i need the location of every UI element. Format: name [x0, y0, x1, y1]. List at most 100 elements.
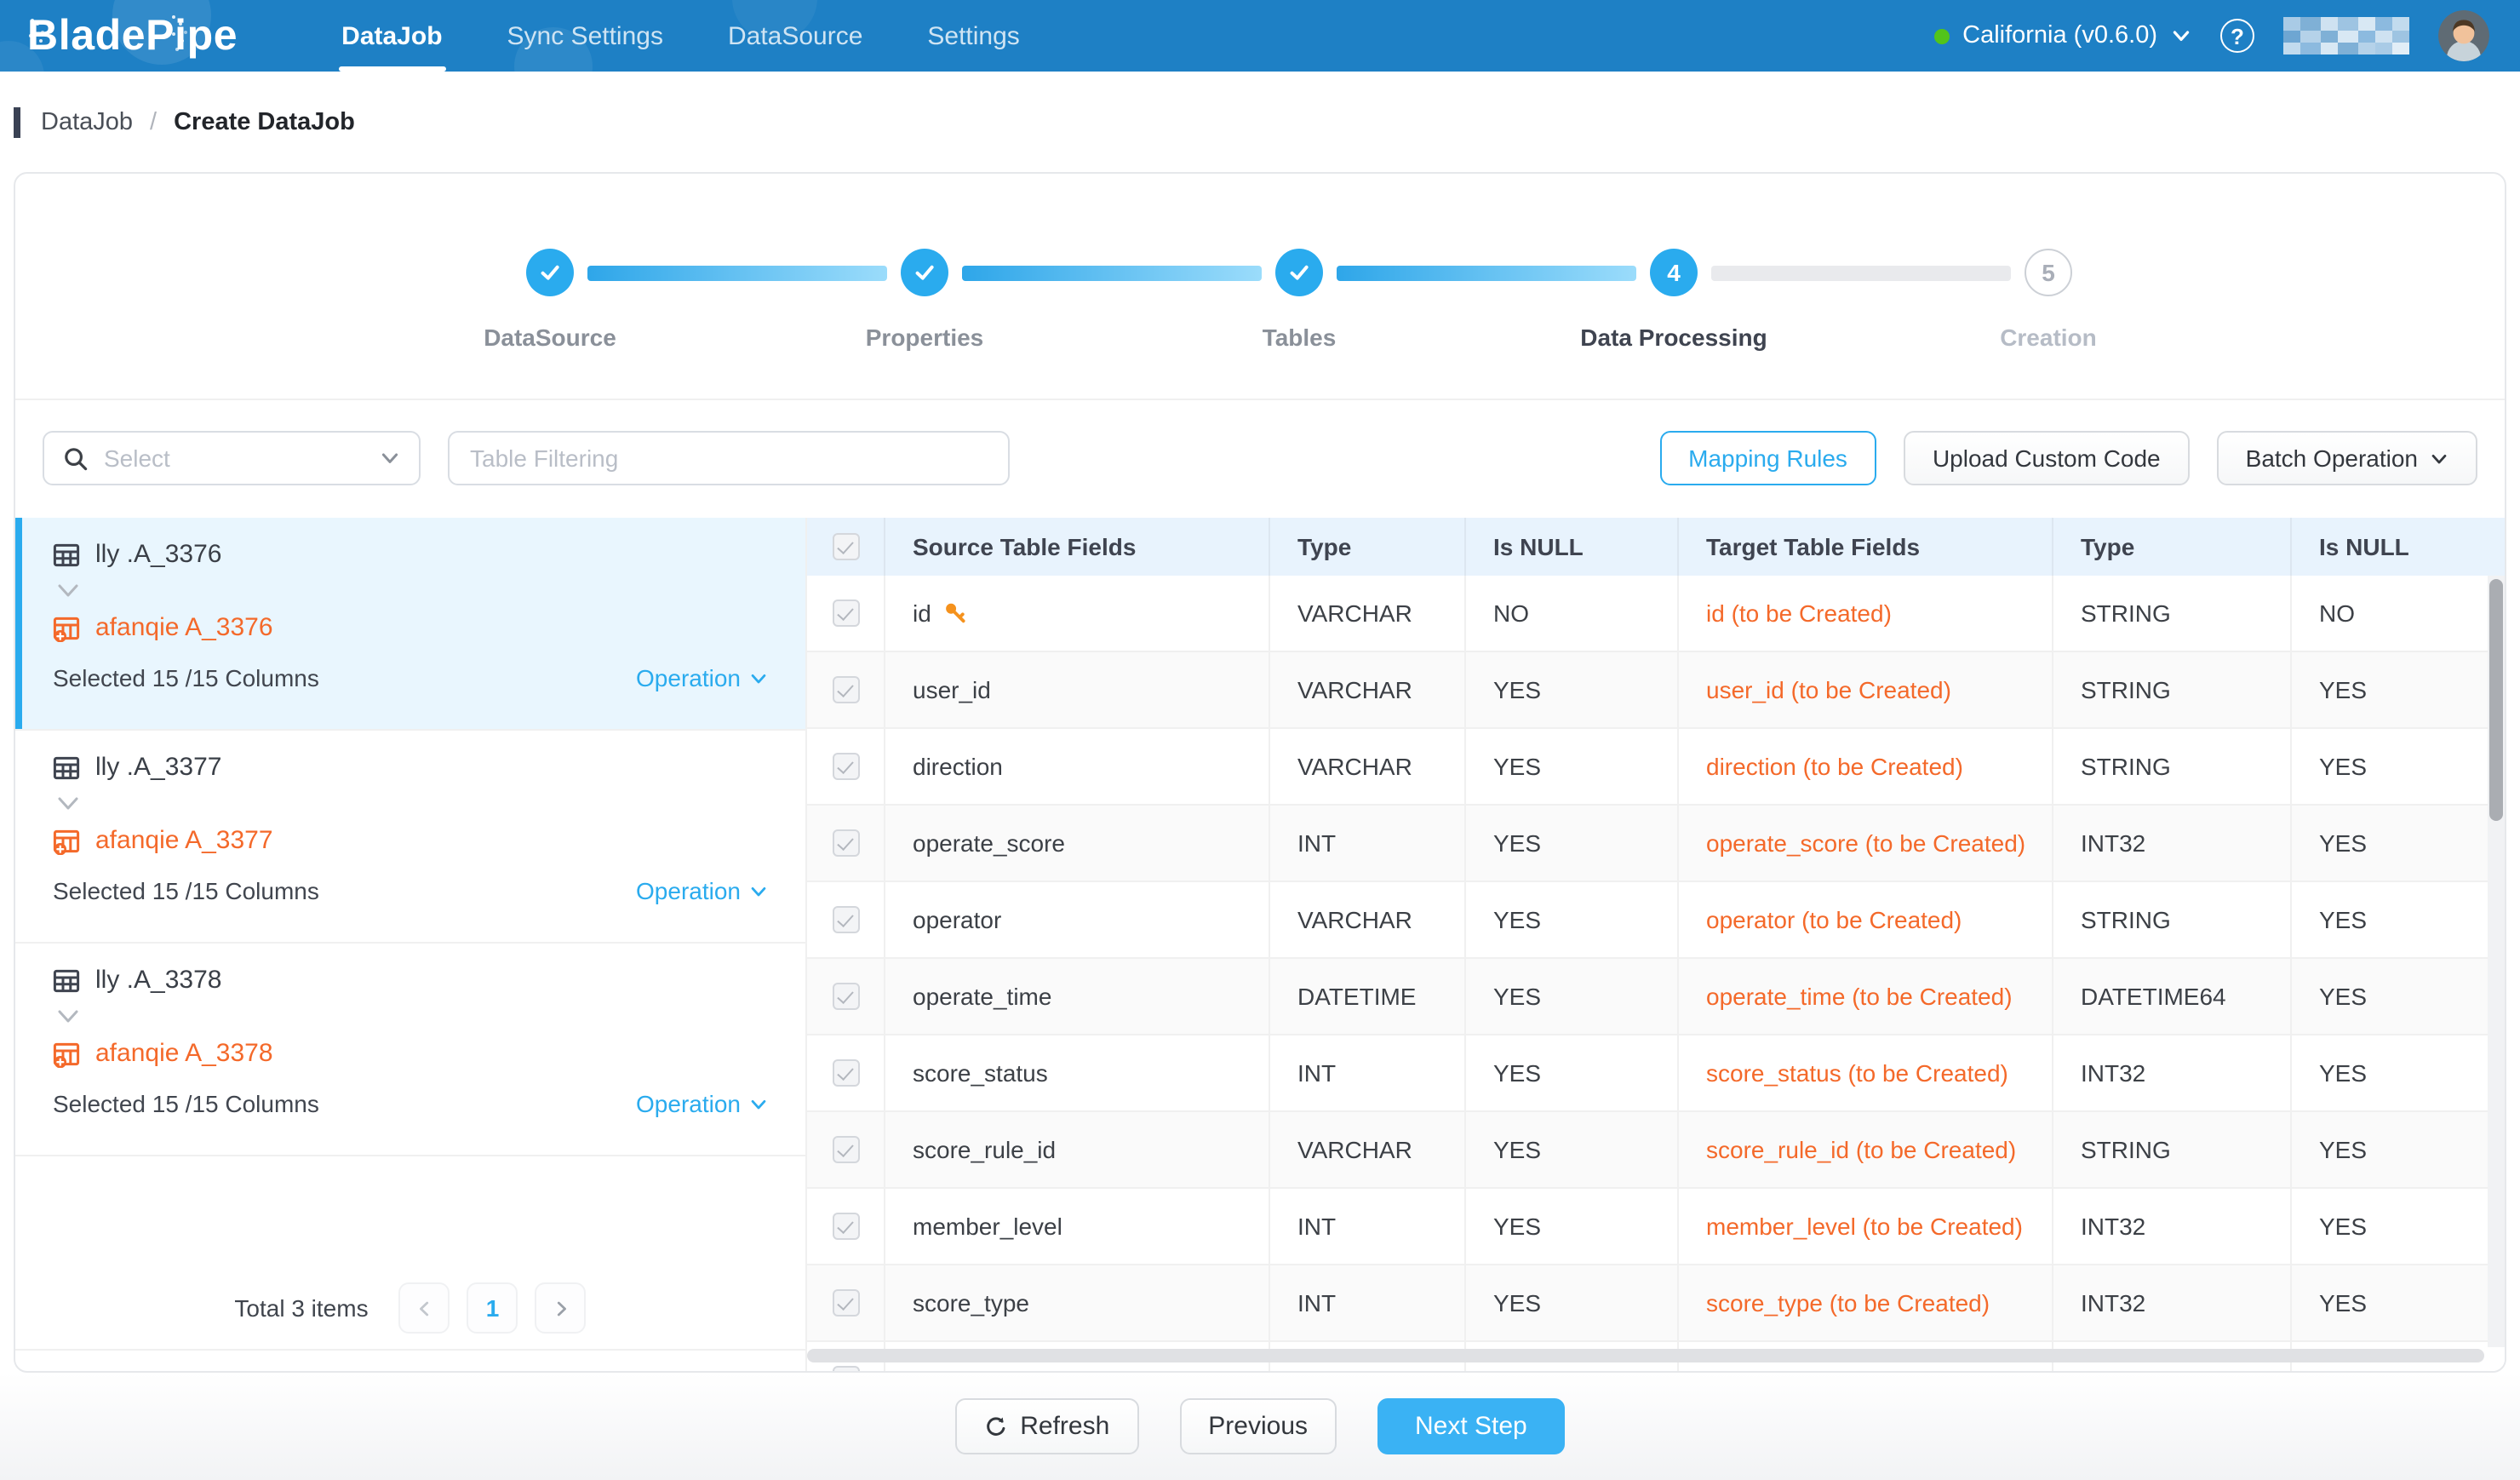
target-table-name: afanqie A_3376	[95, 613, 273, 642]
step-creation[interactable]: 5 Creation	[1861, 249, 2236, 351]
chevron-down-icon	[56, 795, 80, 812]
operation-dropdown[interactable]: Operation	[636, 664, 768, 691]
table-list-item[interactable]: lly .A_3378 afanqie A_3378 Selected 15 /…	[15, 944, 805, 1156]
operation-label: Operation	[636, 664, 741, 691]
select-all-checkbox[interactable]	[832, 533, 859, 560]
previous-button[interactable]: Previous	[1179, 1398, 1337, 1454]
row-checkbox[interactable]	[832, 829, 859, 857]
pagination-prev-button[interactable]	[399, 1282, 450, 1334]
row-checkbox[interactable]	[832, 1136, 859, 1163]
source-field-cell: user_id	[885, 652, 1270, 727]
target-type-cell: INT32	[2053, 1035, 2292, 1110]
refresh-icon	[984, 1414, 1008, 1438]
source-isnull-cell: YES	[1466, 652, 1679, 727]
pagination: Total 3 items 1	[15, 1267, 805, 1351]
pagination-next-button[interactable]	[536, 1282, 587, 1334]
row-checkbox[interactable]	[832, 1289, 859, 1317]
logo-particles	[172, 14, 175, 18]
row-checkbox-cell	[807, 1035, 885, 1110]
operation-dropdown[interactable]: Operation	[636, 877, 768, 904]
table-row: direction VARCHAR YES direction (to be C…	[807, 729, 2505, 806]
source-table-name: lly .A_3377	[95, 753, 221, 782]
row-checkbox[interactable]	[832, 599, 859, 627]
row-checkbox[interactable]	[832, 676, 859, 703]
column-header: Type	[1270, 518, 1466, 576]
key-icon	[943, 601, 967, 625]
operation-label: Operation	[636, 877, 741, 904]
source-isnull-cell: YES	[1466, 959, 1679, 1034]
selected-columns-text: Selected 15 /15 Columns	[53, 1090, 319, 1117]
step-circle	[901, 249, 948, 296]
toolbar-buttons: Mapping Rules Upload Custom Code Batch O…	[1659, 431, 2477, 485]
target-field-cell: operate_time (to be Created)	[1679, 959, 2053, 1034]
chevron-down-icon	[380, 448, 400, 468]
nav-item-sync-settings[interactable]: Sync Settings	[475, 0, 696, 72]
source-field-cell: operate_score	[885, 806, 1270, 881]
wizard-stepper-section: DataSource Properties Tables 4 Data Proc…	[15, 174, 2505, 400]
footer-actions: Refresh Previous Next Step	[0, 1373, 2520, 1480]
table-list-item[interactable]: lly .A_3377 afanqie A_3377 Selected 15 /…	[15, 731, 805, 944]
mapping-expander[interactable]	[56, 1008, 768, 1025]
check-icon	[913, 261, 936, 284]
nav-item-label: Sync Settings	[507, 21, 663, 50]
select-dropdown[interactable]: Select	[43, 431, 421, 485]
table-filtering-input[interactable]	[448, 431, 1010, 485]
check-icon	[1287, 261, 1311, 284]
row-checkbox[interactable]	[832, 753, 859, 780]
table-grid-icon	[53, 541, 80, 568]
sidebar-spacer	[15, 1156, 805, 1267]
batch-operation-button[interactable]: Batch Operation	[2217, 431, 2477, 485]
nav-item-settings[interactable]: Settings	[895, 0, 1051, 72]
mapping-rules-button[interactable]: Mapping Rules	[1659, 431, 1876, 485]
target-type-cell: STRING	[2053, 1112, 2292, 1187]
mapping-expander[interactable]	[56, 795, 768, 812]
pagination-page-1[interactable]: 1	[467, 1282, 518, 1334]
operation-dropdown[interactable]: Operation	[636, 1090, 768, 1117]
horizontal-scrollbar[interactable]	[807, 1349, 2484, 1362]
step-properties[interactable]: Properties	[737, 249, 1112, 351]
avatar[interactable]	[2438, 10, 2489, 61]
row-checkbox[interactable]	[832, 1213, 859, 1240]
operation-label: Operation	[636, 1090, 741, 1117]
target-type-cell: STRING	[2053, 882, 2292, 957]
step-tables[interactable]: Tables	[1112, 249, 1486, 351]
mapping-expander[interactable]	[56, 582, 768, 599]
row-checkbox[interactable]	[832, 983, 859, 1010]
next-step-button[interactable]: Next Step	[1377, 1398, 1565, 1454]
table-row: score_status INT YES score_status (to be…	[807, 1035, 2505, 1112]
target-isnull-cell: YES	[2292, 959, 2491, 1034]
main-card: DataSource Properties Tables 4 Data Proc…	[14, 172, 2506, 1373]
row-checkbox[interactable]	[832, 1059, 859, 1087]
breadcrumb-datajob[interactable]: DataJob	[41, 108, 133, 135]
vertical-scrollbar-thumb[interactable]	[2489, 579, 2503, 821]
region-selector[interactable]: California (v0.6.0)	[1933, 22, 2191, 49]
target-isnull-cell: YES	[2292, 729, 2491, 804]
source-type-cell: INT	[1270, 1189, 1466, 1264]
target-type-cell: INT32	[2053, 1189, 2292, 1264]
row-checkbox[interactable]	[832, 1366, 859, 1371]
table-row: member_level INT YES member_level (to be…	[807, 1189, 2505, 1265]
source-field-name: operate_time	[913, 983, 1051, 1010]
nav-item-datajob[interactable]: DataJob	[309, 0, 474, 72]
help-icon[interactable]: ?	[2220, 19, 2254, 53]
nav-item-datasource[interactable]: DataSource	[696, 0, 895, 72]
table-grid-icon	[53, 967, 80, 994]
step-data-processing[interactable]: 4 Data Processing	[1486, 249, 1861, 351]
wizard-stepper: DataSource Properties Tables 4 Data Proc…	[363, 249, 2236, 351]
step-datasource[interactable]: DataSource	[363, 249, 737, 351]
source-type-cell: INT	[1270, 1035, 1466, 1110]
chevron-down-icon	[56, 1008, 80, 1025]
source-isnull-cell: YES	[1466, 1035, 1679, 1110]
target-field-cell: score_status (to be Created)	[1679, 1035, 2053, 1110]
target-type-cell: STRING	[2053, 576, 2292, 651]
app-logo[interactable]: BladePipe	[27, 11, 238, 60]
source-isnull-cell: YES	[1466, 1265, 1679, 1340]
row-checkbox[interactable]	[832, 906, 859, 933]
source-type-cell: VARCHAR	[1270, 1112, 1466, 1187]
upload-custom-code-button[interactable]: Upload Custom Code	[1904, 431, 2190, 485]
table-list-item[interactable]: lly .A_3376 afanqie A_3376 Selected 15 /…	[15, 518, 805, 731]
target-type-cell: INT32	[2053, 806, 2292, 881]
refresh-button[interactable]: Refresh	[955, 1398, 1138, 1454]
chevron-left-icon	[415, 1299, 434, 1317]
breadcrumb-row: DataJob / Create DataJob	[0, 72, 2520, 172]
